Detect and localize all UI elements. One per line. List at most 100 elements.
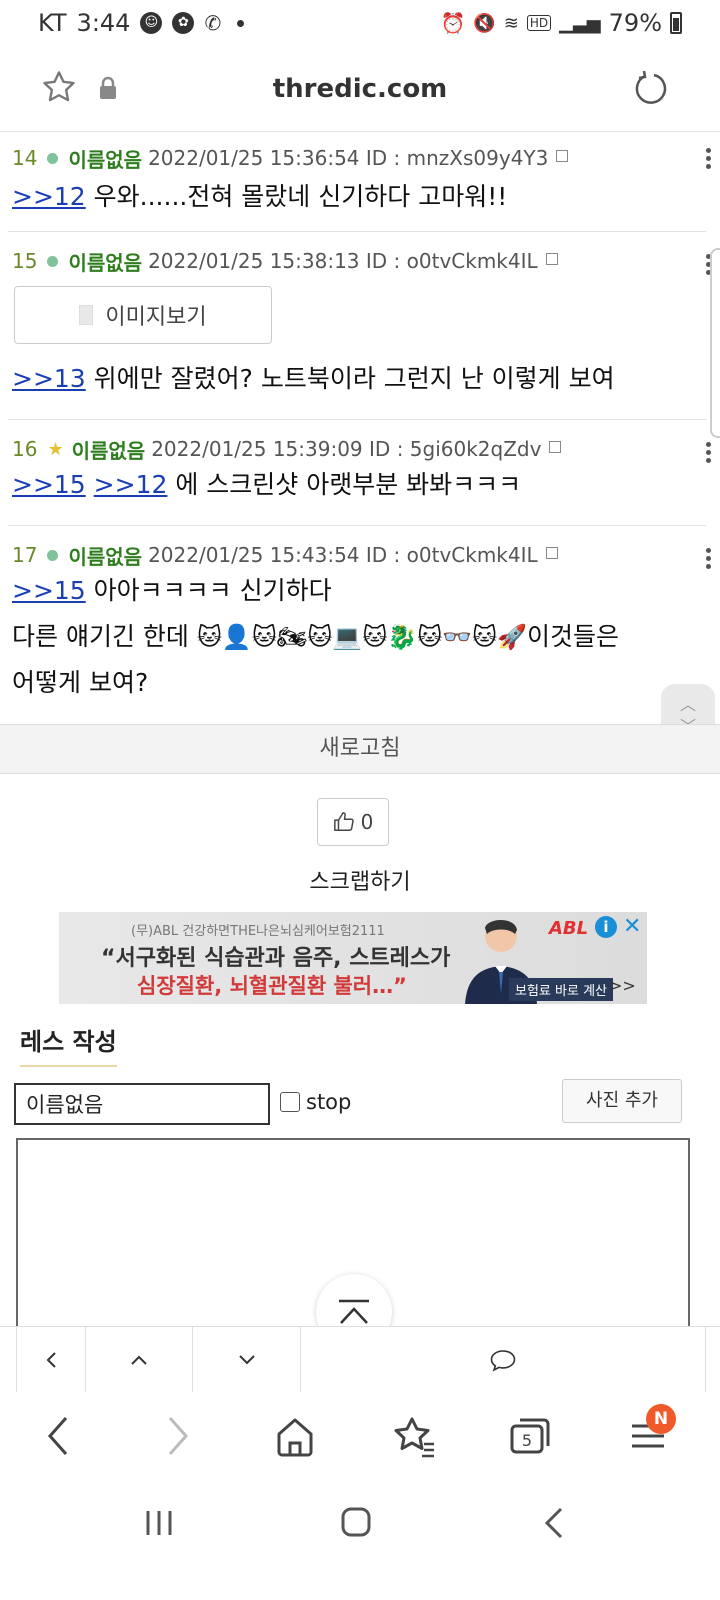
copy-icon[interactable]: [549, 441, 562, 453]
post-text: 이것들은: [526, 622, 619, 651]
browser-navigation-bar: 5: [0, 1392, 720, 1482]
scrap-button[interactable]: 스크랩하기: [0, 864, 720, 896]
post-header: 15 이름없음 2022/01/25 15:38:13 ID : o0tvCkm…: [8, 232, 706, 275]
wifi-icon: ≋: [503, 12, 519, 34]
battery-icon: [670, 12, 682, 34]
post-text: 우와......전혀 몰랐네 신기하다 고마워!!: [85, 182, 508, 211]
reply-anchor-link[interactable]: >>15: [12, 576, 86, 605]
url-bar: thredic.com: [0, 52, 720, 132]
copy-icon[interactable]: [545, 253, 558, 265]
whowho-icon: ✆: [204, 11, 222, 35]
poster-id: ID : 5gi60k2qZdv: [369, 437, 542, 461]
refresh-button[interactable]: 새로고침: [0, 724, 720, 774]
emoji-11: 🚀: [497, 623, 527, 651]
copy-icon[interactable]: [545, 547, 558, 559]
emoji-3: 🏍: [276, 623, 308, 651]
ad-info-icon[interactable]: i: [595, 916, 617, 938]
view-image-label: 이미지보기: [105, 305, 207, 330]
emoji-9: 👓: [442, 623, 473, 651]
post-header: 17 이름없음 2022/01/25 15:43:54 ID : o0tvCkm…: [8, 526, 706, 569]
system-navigation-bar: [0, 1482, 720, 1600]
post-15: 15 이름없음 2022/01/25 15:38:13 ID : o0tvCkm…: [8, 232, 711, 420]
reply-anchor-link[interactable]: >>12: [12, 182, 86, 211]
ad-brand-logo: ABL: [549, 918, 589, 939]
post-text: 에 스크린샷 아랫부분 봐봐ㅋㅋㅋ: [167, 470, 522, 499]
alarm-icon: ⏰: [440, 11, 466, 35]
ad-cta-label: 보험료 바로 계산: [509, 978, 613, 1001]
post-number: 15: [12, 249, 38, 273]
svg-text:5: 5: [522, 1431, 532, 1450]
reload-icon[interactable]: [632, 70, 668, 110]
emoji-0: 🐱: [196, 623, 222, 651]
thread: 14 이름없음 2022/01/25 15:36:54 ID : mnzXs09…: [0, 132, 720, 724]
poster-id: ID : mnzXs09y4Y3: [365, 146, 549, 170]
name-input[interactable]: [14, 1083, 270, 1125]
more-notifications-icon: [237, 19, 245, 27]
battery-percent: 79%: [608, 9, 662, 37]
emoji-row: 🐱👤🐱🏍🐱💻🐱🐉🐱👓🐱🚀: [197, 622, 527, 651]
poster-id: ID : o0tvCkmk4IL: [365, 543, 538, 567]
emoji-4: 🐱: [307, 623, 333, 651]
post-text: 다른 얘기긴 한데: [12, 622, 197, 651]
post-number: 16: [12, 437, 38, 461]
online-dot-icon: [47, 255, 59, 267]
more-menu-icon[interactable]: [706, 148, 712, 172]
hd-icon: HD: [526, 15, 552, 31]
stop-checkbox[interactable]: stop: [280, 1090, 351, 1114]
poster-name: 이름없음: [68, 147, 143, 172]
poster-name: 이름없음: [68, 250, 143, 275]
post-datetime: 2022/01/25 15:43:54: [148, 543, 360, 567]
post-datetime: 2022/01/25 15:36:54: [148, 146, 360, 170]
checkbox-icon[interactable]: [280, 1092, 300, 1112]
url-domain[interactable]: thredic.com: [0, 74, 720, 104]
first-page-button[interactable]: [16, 1327, 86, 1393]
reply-anchor-link[interactable]: >>13: [12, 364, 86, 393]
copy-icon[interactable]: [556, 150, 569, 162]
scroll-up-button[interactable]: [86, 1327, 193, 1393]
system-back-icon[interactable]: [542, 1506, 566, 1544]
post-body: >>15 아아ㅋㅋㅋㅋ 신기하다 다른 얘기긴 한데 🐱👤🐱🏍🐱💻🐱🐉🐱👓🐱🚀이…: [8, 568, 706, 714]
reply-anchor-link[interactable]: >>15: [12, 470, 86, 499]
signal-icon: ▁▃▅: [559, 12, 601, 34]
more-menu-icon[interactable]: [706, 548, 712, 572]
stop-label: stop: [306, 1090, 352, 1114]
post-14: 14 이름없음 2022/01/25 15:36:54 ID : mnzXs09…: [8, 132, 711, 232]
comment-button[interactable]: [301, 1327, 706, 1393]
side-scroll-handle[interactable]: [710, 248, 720, 438]
post-datetime: 2022/01/25 15:38:13: [148, 249, 360, 273]
forward-icon[interactable]: [164, 1414, 192, 1462]
add-photo-button[interactable]: 사진 추가: [562, 1079, 682, 1123]
status-bar: KT 3:44 ☺ ✿ ✆ ⏰ 🔇 ≋ HD ▁▃▅ 79%: [0, 0, 720, 46]
post-datetime: 2022/01/25 15:39:09: [151, 437, 363, 461]
ad-close-icon[interactable]: ✕: [623, 914, 641, 939]
online-dot-icon: [47, 152, 59, 164]
poster-name: 이름없음: [71, 438, 146, 463]
post-header: 16 ★ 이름없음 2022/01/25 15:39:09 ID : 5gi60…: [8, 420, 706, 463]
recent-apps-icon[interactable]: [144, 1508, 174, 1542]
back-icon[interactable]: [44, 1414, 72, 1462]
ad-subheadline: 심장질환, 뇌혈관질환 불러…”: [137, 974, 407, 998]
view-image-button[interactable]: 이미지보기: [14, 286, 272, 344]
emoji-8: 🐱: [417, 623, 443, 651]
emoji-7: 🐉: [387, 623, 418, 651]
like-button[interactable]: 0: [317, 798, 389, 846]
thread-toolbar: [0, 1326, 720, 1393]
clock: 3:44: [76, 9, 131, 37]
tabs-icon[interactable]: 5: [508, 1414, 552, 1462]
mute-icon: 🔇: [473, 12, 496, 34]
ad-arrow-icon: >>: [609, 976, 636, 995]
home-button-icon[interactable]: [340, 1506, 372, 1542]
camera-icon: ✿: [172, 12, 195, 34]
emoji-1: 👤: [221, 623, 252, 651]
image-icon: [79, 305, 94, 325]
ad-banner[interactable]: (무)ABL 건강하면THE나은뇌심케어보험2111 “서구화된 식습관과 음주…: [59, 912, 647, 1004]
bookmarks-icon[interactable]: [392, 1414, 436, 1462]
post-body: >>13 위에만 잘렸어? 노트북이라 그런지 난 이렇게 보여: [8, 356, 706, 410]
reply-anchor-link[interactable]: >>12: [94, 470, 168, 499]
post-body: >>15 >>12 에 스크린샷 아랫부분 봐봐ㅋㅋㅋ: [8, 462, 706, 516]
home-icon[interactable]: [274, 1414, 316, 1462]
chevron-up-icon[interactable]: ︿: [680, 694, 696, 716]
ad-product-name: (무)ABL 건강하면THE나은뇌심케어보험2111: [131, 924, 385, 939]
scroll-down-button[interactable]: [193, 1327, 301, 1393]
more-menu-icon[interactable]: [706, 442, 712, 466]
